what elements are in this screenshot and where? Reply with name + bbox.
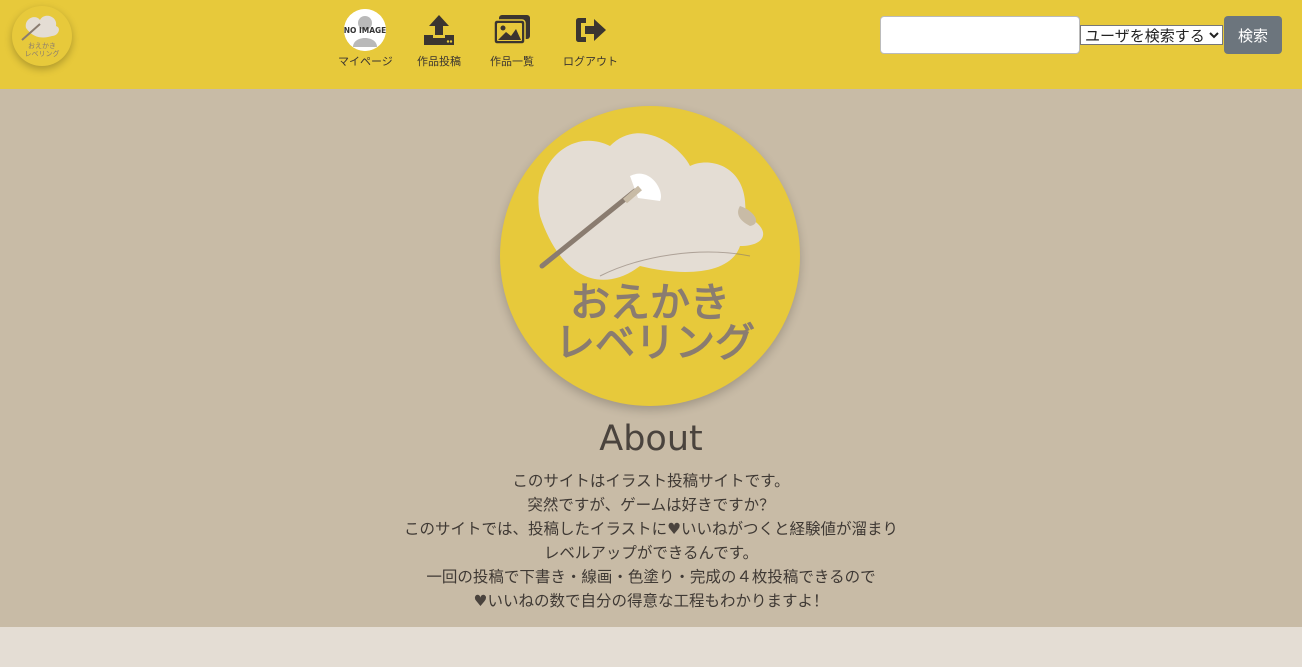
about-line: レベルアップができるんです。 bbox=[543, 544, 759, 562]
avatar: NO IMAGE bbox=[344, 9, 387, 51]
heart-icon: ♥ bbox=[473, 592, 488, 610]
about-line: 突然ですが、ゲームは好きですか？ bbox=[527, 496, 775, 514]
avatar-placeholder-icon: NO IMAGE bbox=[344, 9, 387, 51]
about-line-part: いいねの数で自分の得意な工程もわかりますよ！ bbox=[487, 592, 829, 610]
about-line-part: いいねがつくと経験値が溜まり bbox=[681, 520, 899, 538]
search-type-select[interactable]: ユーザを検索する bbox=[1080, 25, 1223, 45]
svg-text:おえかき: おえかき bbox=[28, 42, 56, 50]
about-line: ♥いいねの数で自分の得意な工程もわかりますよ！ bbox=[0, 589, 1302, 613]
nav-label-mypage: マイページ bbox=[338, 55, 393, 68]
palette-brush-emblem-icon: おえかき レベリング bbox=[538, 133, 764, 366]
heart-icon: ♥ bbox=[667, 520, 682, 538]
nav-upload[interactable]: 作品投稿 bbox=[417, 10, 461, 69]
site-logo[interactable]: おえかき レベリング bbox=[12, 6, 72, 66]
upload-icon bbox=[417, 10, 461, 50]
avatar-no-image-text: NO IMAGE bbox=[344, 26, 386, 35]
nav-label-logout: ログアウト bbox=[563, 55, 618, 68]
about-line-part: このサイトでは、投稿したイラストに bbox=[403, 520, 668, 538]
logout-icon bbox=[569, 10, 613, 50]
images-icon bbox=[490, 10, 534, 50]
about-line: このサイトはイラスト投稿サイトです。 bbox=[512, 472, 790, 490]
search-button[interactable]: 検索 bbox=[1224, 16, 1282, 54]
svg-text:レベリング: レベリング bbox=[25, 49, 60, 58]
nav-logout[interactable]: ログアウト bbox=[563, 10, 618, 69]
about-line: 一回の投稿で下書き・線画・色塗り・完成の４枚投稿できるので bbox=[426, 568, 876, 586]
site-emblem: おえかき レベリング bbox=[500, 106, 800, 406]
nav-label-gallery: 作品一覧 bbox=[490, 55, 534, 68]
user-search-form: ユーザを検索する 検索 bbox=[880, 16, 1282, 54]
nav-mypage[interactable]: NO IMAGE マイページ bbox=[338, 9, 393, 69]
nav-icon-wrap: NO IMAGE bbox=[343, 9, 387, 51]
about-title: About bbox=[599, 419, 703, 459]
nav-gallery[interactable]: 作品一覧 bbox=[490, 10, 534, 69]
about-line: このサイトでは、投稿したイラストに♥いいねがつくと経験値が溜まり bbox=[0, 517, 1302, 541]
search-input[interactable] bbox=[880, 16, 1080, 54]
palette-logo-icon: おえかき レベリング bbox=[21, 15, 60, 58]
about-section: おえかき レベリング About このサイトはイラスト投稿サイトです。 突然です… bbox=[0, 89, 1302, 627]
nav-label-upload: 作品投稿 bbox=[417, 55, 461, 68]
about-description: このサイトはイラスト投稿サイトです。 突然ですが、ゲームは好きですか？ このサイ… bbox=[0, 469, 1302, 613]
emblem-title-line2: レベリング bbox=[555, 320, 755, 366]
site-header: おえかき レベリング NO IMAGE マイページ 作品投稿 作品一覧 ログアウ… bbox=[0, 0, 1302, 89]
